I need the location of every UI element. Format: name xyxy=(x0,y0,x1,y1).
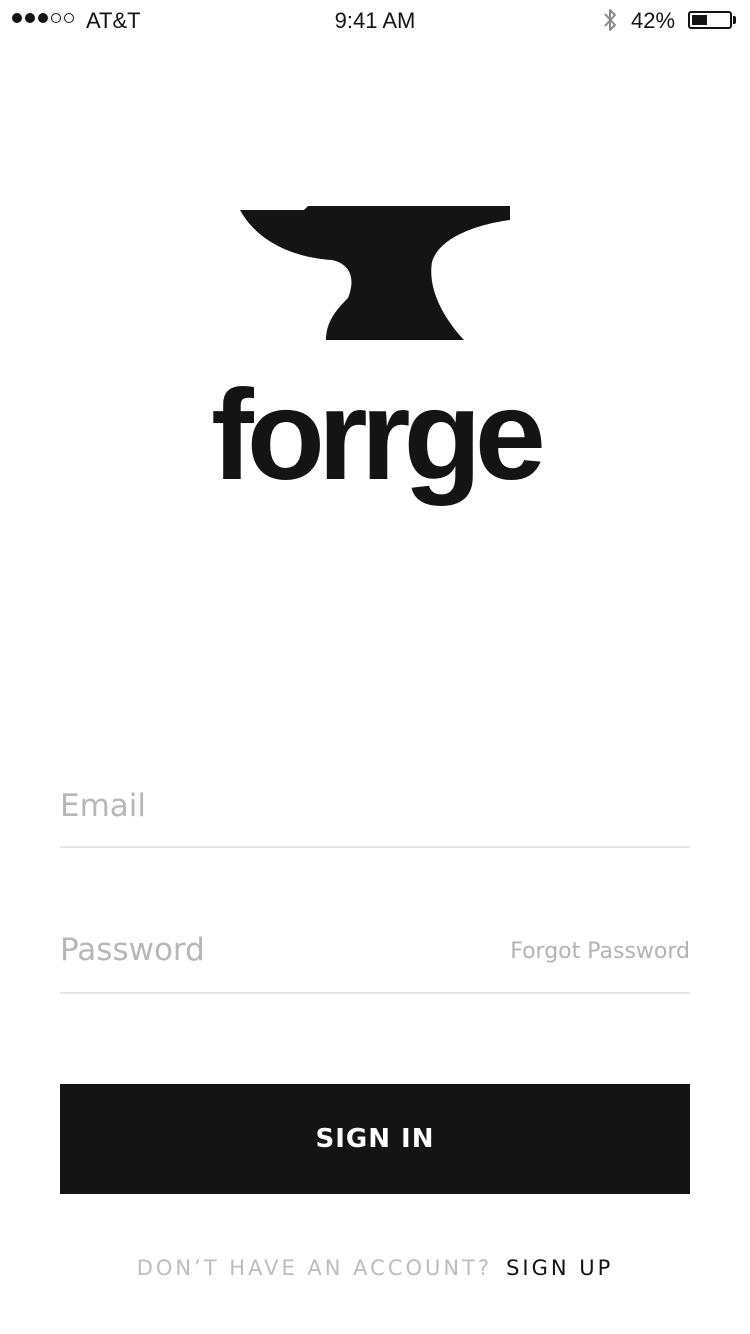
brand-wordmark: forrge xyxy=(211,364,546,507)
password-field[interactable] xyxy=(60,932,480,968)
battery-icon xyxy=(688,11,732,29)
sign-up-link[interactable]: SIGN UP xyxy=(506,1256,613,1280)
anvil-icon xyxy=(240,206,510,340)
battery-percent: 42% xyxy=(631,8,676,33)
signup-prompt: DON’T HAVE AN ACCOUNT? xyxy=(136,1256,493,1280)
sign-in-button[interactable]: SIGN IN xyxy=(60,1084,690,1194)
bluetooth-icon xyxy=(604,9,616,31)
signup-row: DON’T HAVE AN ACCOUNT? SIGN UP xyxy=(0,1256,750,1280)
email-field-container xyxy=(60,788,690,848)
status-bar: AT&T 9:41 AM 42% xyxy=(0,0,750,40)
password-field-container: Forgot Password xyxy=(60,932,690,994)
forgot-password-link[interactable]: Forgot Password xyxy=(510,939,690,964)
battery-tip xyxy=(733,16,736,24)
battery-level xyxy=(692,15,708,25)
email-field[interactable] xyxy=(60,788,480,824)
